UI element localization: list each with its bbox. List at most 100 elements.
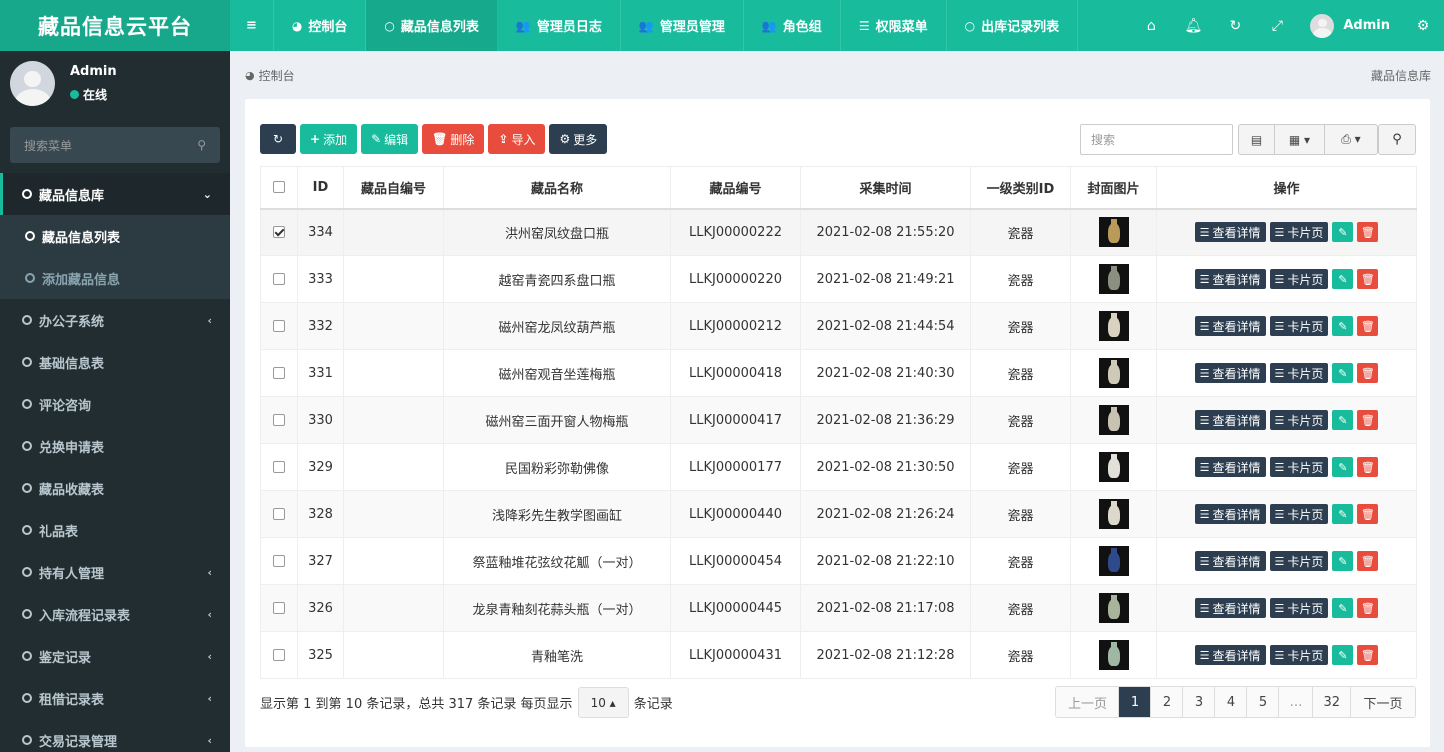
sidebar-item-office[interactable]: 办公子系统 ‹ [0, 299, 230, 341]
row-select-cell[interactable] [260, 396, 298, 444]
row-edit-button[interactable]: ✎ [1332, 551, 1354, 571]
page-button[interactable]: 3 [1183, 687, 1216, 717]
advanced-search-button[interactable]: ⚲ [1378, 124, 1416, 155]
add-button[interactable]: + 添加 [300, 124, 358, 154]
page-button[interactable]: 2 [1151, 687, 1184, 717]
view-detail-button[interactable]: ☰ 查看详情 [1194, 598, 1266, 618]
edit-button[interactable]: ✎ 编辑 [361, 124, 419, 154]
select-all-cell[interactable] [260, 166, 298, 210]
column-header[interactable]: 藏品编号 [670, 166, 801, 210]
row-checkbox[interactable] [273, 555, 285, 567]
cover-thumbnail[interactable] [1098, 499, 1129, 529]
page-size-select[interactable]: 10 ▴ [577, 687, 629, 718]
breadcrumb-home[interactable]: 控制台 [259, 67, 295, 84]
select-all-checkbox[interactable] [273, 181, 285, 194]
cover-thumbnail[interactable] [1098, 311, 1129, 341]
row-select-cell[interactable] [260, 631, 298, 679]
row-select-cell[interactable] [260, 537, 298, 585]
sidebar-item-holders[interactable]: 持有人管理 ‹ [0, 551, 230, 593]
row-edit-button[interactable]: ✎ [1332, 222, 1354, 243]
cover-thumbnail[interactable] [1098, 546, 1129, 576]
home-icon[interactable]: ⌂ [1130, 0, 1172, 51]
row-checkbox[interactable] [273, 508, 285, 520]
column-header[interactable]: 操作 [1156, 166, 1417, 210]
sidebar-item-gifts[interactable]: 礼品表 [0, 509, 230, 551]
row-select-cell[interactable] [260, 490, 298, 538]
refresh-button[interactable]: ↻ [260, 124, 296, 154]
cover-thumbnail[interactable] [1098, 405, 1129, 435]
row-edit-button[interactable]: ✎ [1332, 457, 1354, 477]
row-edit-button[interactable]: ✎ [1332, 645, 1354, 665]
table-row[interactable]: 328 浅降彩先生教学图画缸 LLKJ00000440 2021-02-08 21:2… [260, 490, 1417, 538]
search-icon[interactable]: ⚲ [197, 138, 206, 152]
sidebar-item-rental[interactable]: 租借记录表 ‹ [0, 677, 230, 719]
row-select-cell[interactable] [260, 302, 298, 350]
cover-thumbnail[interactable] [1098, 452, 1129, 482]
view-detail-button[interactable]: ☰ 查看详情 [1194, 363, 1266, 383]
page-button[interactable]: 5 [1247, 687, 1280, 717]
card-page-button[interactable]: ☰ 卡片页 [1269, 645, 1329, 665]
delete-button[interactable]: 🗑︎ 删除 [422, 124, 485, 154]
table-search-input[interactable]: 搜索 [1080, 124, 1233, 155]
row-select-cell[interactable] [260, 208, 298, 256]
columns-button[interactable]: ▦ ▾ [1275, 125, 1325, 154]
menu-search-input[interactable]: 搜索菜单 ⚲ [10, 127, 220, 163]
row-delete-button[interactable]: 🗑︎ [1357, 598, 1379, 618]
view-detail-button[interactable]: ☰ 查看详情 [1194, 504, 1266, 524]
tab-collection-list[interactable]: ○ 藏品信息列表 [366, 0, 498, 51]
view-detail-button[interactable]: ☰ 查看详情 [1194, 269, 1266, 289]
cover-thumbnail[interactable] [1098, 640, 1129, 670]
sidebar-item-collection-list[interactable]: 藏品信息列表 [0, 215, 230, 257]
row-delete-button[interactable]: 🗑︎ [1357, 363, 1379, 383]
table-row[interactable]: 333 越窑青瓷四系盘口瓶 LLKJ00000220 2021-02-08 21:49… [260, 255, 1417, 303]
card-page-button[interactable]: ☰ 卡片页 [1269, 363, 1329, 383]
sidebar-item-add-collection[interactable]: 添加藏品信息 [0, 257, 230, 299]
card-page-button[interactable]: ☰ 卡片页 [1269, 457, 1329, 477]
row-edit-button[interactable]: ✎ [1332, 316, 1354, 336]
card-page-button[interactable]: ☰ 卡片页 [1269, 316, 1329, 336]
sidebar-item-comments[interactable]: 评论咨询 [0, 383, 230, 425]
row-edit-button[interactable]: ✎ [1332, 598, 1354, 618]
row-edit-button[interactable]: ✎ [1332, 410, 1354, 430]
app-logo[interactable]: 藏品信息云平台 [0, 0, 230, 51]
table-row[interactable]: 325 青釉笔洗 LLKJ00000431 2021-02-08 21:12:28 瓷器… [260, 631, 1417, 679]
row-checkbox[interactable] [273, 602, 285, 614]
row-delete-button[interactable]: 🗑︎ [1357, 410, 1379, 430]
refresh-icon[interactable]: ↻ [1214, 0, 1256, 51]
tab-role-group[interactable]: 👥 角色组 [744, 0, 841, 51]
tab-dashboard[interactable]: ◕ 控制台 [274, 0, 367, 51]
column-header[interactable]: 藏品自编号 [343, 166, 444, 210]
column-header[interactable]: 封面图片 [1070, 166, 1157, 210]
sidebar-toggle-button[interactable]: ≡ [230, 0, 274, 51]
import-button[interactable]: ⇪ 导入 [488, 124, 546, 154]
row-checkbox[interactable] [273, 273, 285, 285]
sidebar-item-appraisal[interactable]: 鉴定记录 ‹ [0, 635, 230, 677]
row-select-cell[interactable] [260, 584, 298, 632]
card-page-button[interactable]: ☰ 卡片页 [1269, 598, 1329, 618]
gears-icon[interactable]: ⚙ [1402, 0, 1444, 51]
row-delete-button[interactable]: 🗑︎ [1357, 269, 1379, 289]
row-checkbox[interactable] [273, 649, 285, 661]
view-detail-button[interactable]: ☰ 查看详情 [1194, 551, 1266, 571]
page-button[interactable]: 1 [1119, 687, 1152, 717]
column-header[interactable]: 藏品名称 [443, 166, 671, 210]
card-page-button[interactable]: ☰ 卡片页 [1269, 269, 1329, 289]
sidebar-item-inbound[interactable]: 入库流程记录表 ‹ [0, 593, 230, 635]
table-row[interactable]: 330 磁州窑三面开窗人物梅瓶 LLKJ00000417 2021-02-08 21:… [260, 396, 1417, 444]
row-delete-button[interactable]: 🗑︎ [1357, 316, 1379, 336]
cover-thumbnail[interactable] [1098, 358, 1129, 388]
page-button[interactable]: 4 [1215, 687, 1248, 717]
column-header[interactable]: 采集时间 [800, 166, 971, 210]
cover-thumbnail[interactable] [1098, 217, 1129, 248]
row-select-cell[interactable] [260, 255, 298, 303]
toggle-view-button[interactable]: ▤ [1239, 125, 1275, 154]
view-detail-button[interactable]: ☰ 查看详情 [1194, 645, 1266, 665]
view-detail-button[interactable]: ☰ 查看详情 [1194, 316, 1266, 336]
card-page-button[interactable]: ☰ 卡片页 [1269, 504, 1329, 524]
row-checkbox[interactable] [273, 414, 285, 426]
sidebar-item-favorites[interactable]: 藏品收藏表 [0, 467, 230, 509]
view-detail-button[interactable]: ☰ 查看详情 [1194, 222, 1266, 243]
table-row[interactable]: 334 洪州窑凤纹盘口瓶 LLKJ00000222 2021-02-08 21:55:… [260, 208, 1417, 256]
view-detail-button[interactable]: ☰ 查看详情 [1194, 410, 1266, 430]
tab-outbound-records[interactable]: ○ 出库记录列表 [947, 0, 1079, 51]
